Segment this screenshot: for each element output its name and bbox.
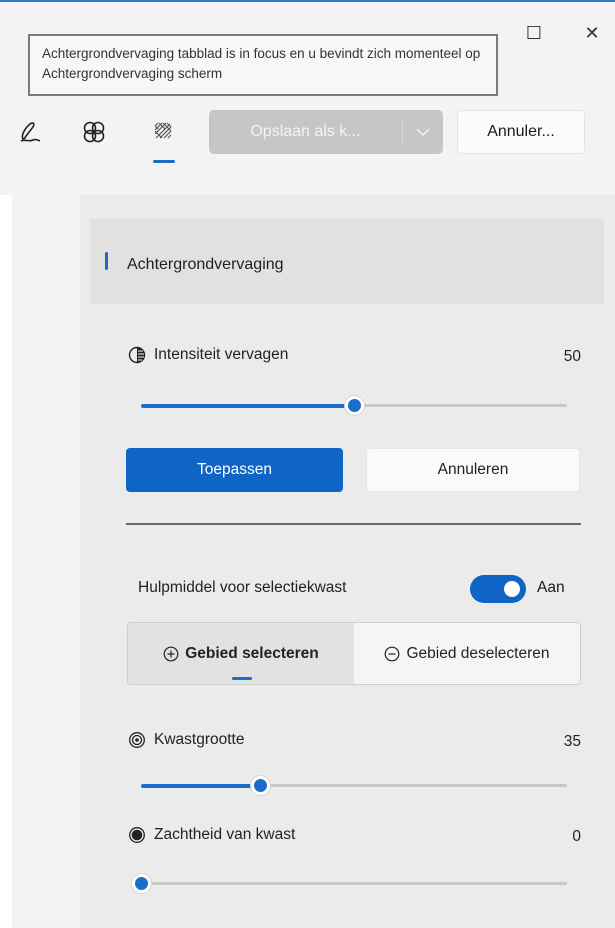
maximize-button[interactable]: ☐ <box>519 18 549 48</box>
brush-size-label: Kwastgrootte <box>154 731 245 748</box>
brush-softness-icon <box>129 827 145 843</box>
tooltip-text: Achtergrondvervaging tabblad is in focus… <box>42 46 481 81</box>
slider-thumb[interactable] <box>344 395 365 416</box>
brush-softness-slider[interactable] <box>131 873 567 894</box>
brush-helper-toggle[interactable] <box>470 575 526 603</box>
apply-button[interactable]: Toepassen <box>126 448 343 492</box>
markup-tab[interactable] <box>14 116 46 148</box>
section-marker <box>105 252 108 270</box>
slider-track <box>141 882 567 885</box>
brush-helper-state: Aan <box>537 579 565 596</box>
select-area-button[interactable]: Gebied selecteren <box>128 623 354 684</box>
blur-intensity-row: Intensiteit vervagen <box>128 346 288 364</box>
slider-thumb[interactable] <box>131 873 152 894</box>
slider-fill <box>141 404 354 408</box>
blur-intensity-icon <box>128 346 146 364</box>
minus-circle-icon <box>385 646 400 661</box>
save-as-button[interactable]: Opslaan als k... <box>209 110 402 154</box>
brush-helper-row: Hulpmiddel voor selectiekwast <box>138 579 346 597</box>
slider-fill <box>141 784 261 788</box>
maximize-icon: ☐ <box>525 22 543 43</box>
blur-intensity-slider[interactable] <box>141 395 567 416</box>
brush-softness-value: 0 <box>572 828 581 845</box>
save-options-dropdown[interactable] <box>403 110 443 154</box>
cancel-label: Annuleren <box>437 461 509 478</box>
toggle-knob <box>504 581 520 597</box>
filter-icon <box>83 121 105 143</box>
markup-pen-icon <box>20 122 41 142</box>
blur-panel <box>80 195 615 928</box>
plus-circle-icon <box>163 646 179 661</box>
blur-intensity-value: 50 <box>563 348 581 365</box>
cancel-button[interactable]: Annuleren <box>366 448 580 492</box>
brush-size-value: 35 <box>563 733 581 750</box>
active-tab-indicator <box>153 160 175 163</box>
section-divider <box>126 523 581 525</box>
brush-size-slider[interactable] <box>141 775 567 796</box>
section-title: Achtergrondvervaging <box>127 256 284 273</box>
background-blur-tab[interactable] <box>148 116 180 148</box>
selection-mode-control: Gebied selecteren Gebied deselecteren <box>127 622 581 685</box>
close-icon: ✕ <box>584 22 600 43</box>
blur-intensity-label: Intensiteit vervagen <box>154 346 289 363</box>
save-as-label: Opslaan als k... <box>250 123 361 140</box>
deselect-area-button[interactable]: Gebied deselecteren <box>354 623 580 684</box>
section-header: Achtergrondvervaging <box>90 219 604 304</box>
background-blur-icon <box>154 122 172 139</box>
brush-helper-label: Hulpmiddel voor selectiekwast <box>138 579 347 596</box>
focus-tooltip: Achtergrondvervaging tabblad is in focus… <box>28 34 498 96</box>
close-button[interactable]: ✕ <box>577 18 607 48</box>
window-top-edge <box>0 0 615 2</box>
cancel-edit-button[interactable]: Annuler... <box>457 110 585 154</box>
save-as-split-button: Opslaan als k... <box>209 110 443 154</box>
brush-softness-label: Zachtheid van kwast <box>154 826 296 843</box>
brush-softness-row: Zachtheid van kwast <box>128 826 295 844</box>
deselect-area-label: Gebied deselecteren <box>406 644 550 662</box>
filter-tab[interactable] <box>78 116 110 148</box>
select-area-label: Gebied selecteren <box>185 644 319 662</box>
canvas-edge <box>0 195 12 928</box>
brush-size-icon <box>129 732 145 748</box>
slider-thumb[interactable] <box>250 775 272 796</box>
brush-size-row: Kwastgrootte <box>128 731 244 749</box>
apply-label: Toepassen <box>197 461 272 478</box>
selection-active-indicator <box>232 677 252 680</box>
chevron-down-icon <box>416 128 430 137</box>
cancel-edit-label: Annuler... <box>487 123 555 140</box>
